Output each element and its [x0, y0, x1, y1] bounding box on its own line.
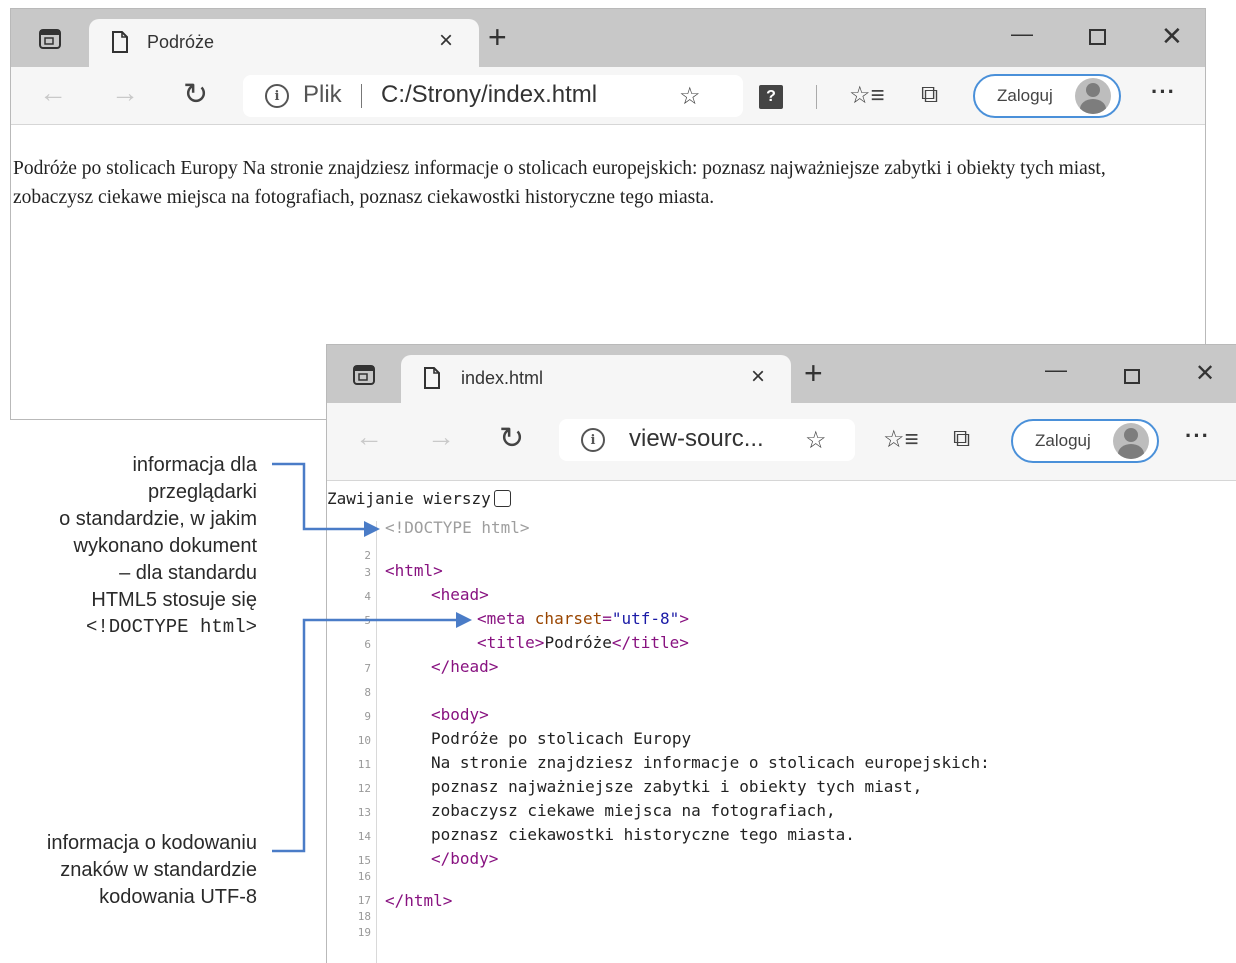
charset-arrowhead [456, 612, 472, 628]
charset-arrow-line [272, 618, 458, 853]
annotation-arrows [272, 462, 472, 853]
doctype-arrow-line [272, 462, 368, 531]
doctype-arrowhead [364, 521, 380, 537]
